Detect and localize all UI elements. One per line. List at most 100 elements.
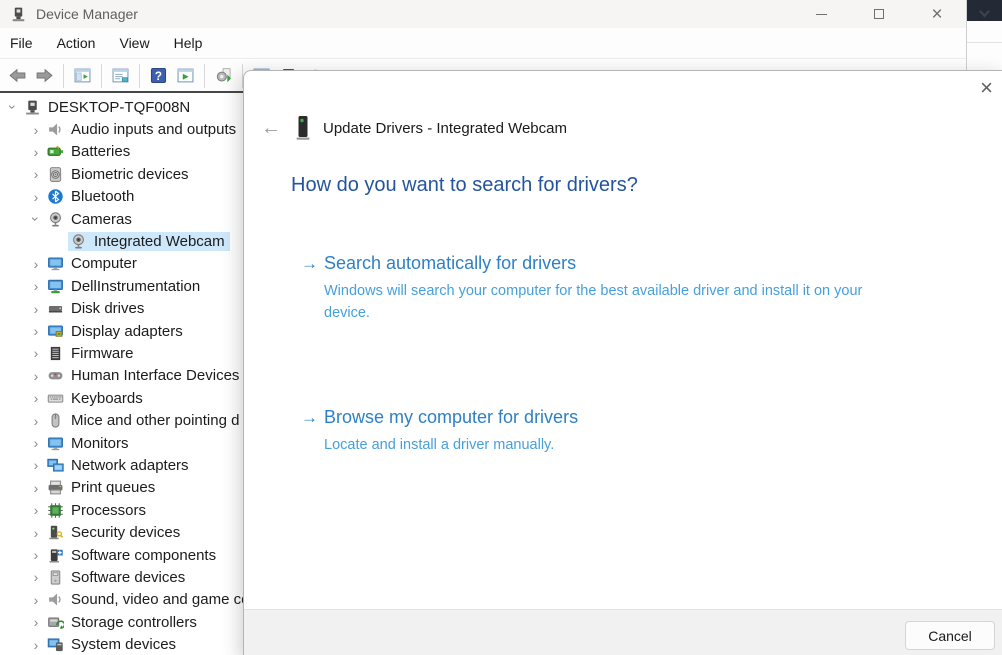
chevron-collapsed-icon[interactable]: › (27, 256, 45, 272)
dialog-header: ← Update Drivers - Integrated Webcam (261, 115, 567, 141)
dialog-heading: How do you want to search for drivers? (291, 174, 638, 197)
chevron-collapsed-icon[interactable]: › (27, 637, 45, 653)
title-bar: Device Manager × (0, 0, 966, 28)
chevron-collapsed-icon[interactable]: › (27, 525, 45, 541)
keyboard-icon (47, 390, 64, 407)
mouse-icon (47, 412, 64, 429)
chevron-down-icon[interactable] (978, 7, 991, 20)
tree-item-label: Security devices (71, 524, 180, 541)
dialog-footer: Cancel (244, 609, 1002, 655)
chevron-collapsed-icon[interactable]: › (27, 189, 45, 205)
tree-item-label: Storage controllers (71, 614, 197, 631)
tree-item-label: Keyboards (71, 390, 143, 407)
maximize-button[interactable] (850, 0, 908, 28)
chevron-collapsed-icon[interactable]: › (27, 345, 45, 361)
webcam-icon (70, 233, 87, 250)
storage-icon (47, 614, 64, 631)
tree-item-label: Disk drives (71, 300, 144, 317)
svg-text:?: ? (155, 70, 162, 83)
chevron-collapsed-icon[interactable]: › (27, 323, 45, 339)
network-icon (47, 457, 64, 474)
toolbar-separator (63, 64, 64, 88)
chevron-collapsed-icon[interactable]: › (27, 480, 45, 496)
back-icon[interactable] (4, 62, 31, 89)
chevron-collapsed-icon[interactable]: › (27, 301, 45, 317)
help-icon[interactable]: ? (145, 62, 172, 89)
properties-icon[interactable] (107, 62, 134, 89)
divider (967, 42, 1002, 43)
menu-bar: FileActionViewHelp (0, 28, 966, 59)
speaker-icon (47, 591, 64, 608)
option-description: Locate and install a driver manually. (324, 434, 886, 456)
chevron-collapsed-icon[interactable]: › (27, 547, 45, 563)
battery-icon (47, 143, 64, 160)
dialog-close-icon[interactable]: × (980, 77, 993, 99)
monitor-icon (47, 435, 64, 452)
option-search-automatically-for-drivers[interactable]: →Search automatically for driversWindows… (301, 253, 921, 324)
chevron-collapsed-icon[interactable]: › (27, 592, 45, 608)
show-hide-console-tree-icon[interactable] (69, 62, 96, 89)
chevron-collapsed-icon[interactable]: › (27, 502, 45, 518)
menu-help[interactable]: Help (162, 31, 215, 55)
chevron-collapsed-icon[interactable]: › (27, 278, 45, 294)
dialog-options: →Search automatically for driversWindows… (301, 253, 921, 508)
menu-file[interactable]: File (0, 31, 45, 55)
tree-item-label: DellInstrumentation (71, 278, 200, 295)
chevron-collapsed-icon[interactable]: › (27, 390, 45, 406)
chevron-collapsed-icon[interactable]: › (27, 569, 45, 585)
tree-item-label: Human Interface Devices (71, 367, 239, 384)
printer-icon (47, 479, 64, 496)
monitor-green-icon (47, 278, 64, 295)
chevron-collapsed-icon[interactable]: › (27, 122, 45, 138)
dialog-back-icon[interactable]: ← (261, 117, 285, 140)
option-browse-my-computer-for-drivers[interactable]: →Browse my computer for drivers Locate an… (301, 407, 921, 456)
speaker-icon (47, 121, 64, 138)
option-title: Browse my computer for drivers (324, 407, 578, 428)
menu-action[interactable]: Action (45, 31, 108, 55)
chevron-collapsed-icon[interactable]: › (27, 144, 45, 160)
fingerprint-icon (47, 166, 64, 183)
tree-item-label: Batteries (71, 143, 130, 160)
driver-device-icon (295, 115, 311, 141)
update-driver-icon[interactable] (210, 62, 237, 89)
dialog-title: Update Drivers - Integrated Webcam (323, 120, 567, 137)
computer-device-icon (24, 99, 41, 116)
update-drivers-dialog: × ← Update Drivers - Integrated Webcam H… (243, 70, 1002, 655)
processor-icon (47, 502, 64, 519)
menu-view[interactable]: View (107, 31, 161, 55)
toolbar-separator (101, 64, 102, 88)
chevron-collapsed-icon[interactable]: › (27, 166, 45, 182)
tree-item-label: Audio inputs and outputs (71, 121, 236, 138)
webcam-icon (47, 211, 64, 228)
chevron-collapsed-icon[interactable]: › (27, 435, 45, 451)
chevron-collapsed-icon[interactable]: › (27, 413, 45, 429)
tree-item-label: Network adapters (71, 457, 189, 474)
tree-item-label: Mice and other pointing d (71, 412, 239, 429)
monitor-icon (47, 255, 64, 272)
screen: Device Manager × FileActionViewHelp ? › D… (0, 0, 1002, 655)
chevron-collapsed-icon[interactable]: › (27, 614, 45, 630)
tree-item-label: Monitors (71, 435, 129, 452)
tree-item-label: Biometric devices (71, 166, 189, 183)
minimize-button[interactable] (792, 0, 850, 28)
tree-item-label: Computer (71, 255, 137, 272)
forward-icon[interactable] (31, 62, 58, 89)
chevron-expanded-icon[interactable]: › (5, 98, 21, 116)
cancel-button[interactable]: Cancel (905, 621, 995, 650)
toolbar-separator (139, 64, 140, 88)
firmware-icon (47, 345, 64, 362)
arrow-right-icon: → (301, 254, 324, 274)
software-device-icon (47, 569, 64, 586)
bluetooth-icon (47, 188, 64, 205)
show-hide-action-pane-icon[interactable] (172, 62, 199, 89)
chevron-collapsed-icon[interactable]: › (27, 368, 45, 384)
chevron-collapsed-icon[interactable]: › (27, 457, 45, 473)
tree-item-label: System devices (71, 636, 176, 653)
close-button[interactable]: × (908, 0, 966, 28)
option-title: Search automatically for drivers (324, 253, 576, 274)
arrow-right-icon: → (301, 408, 324, 428)
chevron-expanded-icon[interactable]: › (28, 210, 44, 228)
tree-item-label: Display adapters (71, 323, 183, 340)
device-manager-icon (10, 6, 27, 23)
security-icon (47, 524, 64, 541)
